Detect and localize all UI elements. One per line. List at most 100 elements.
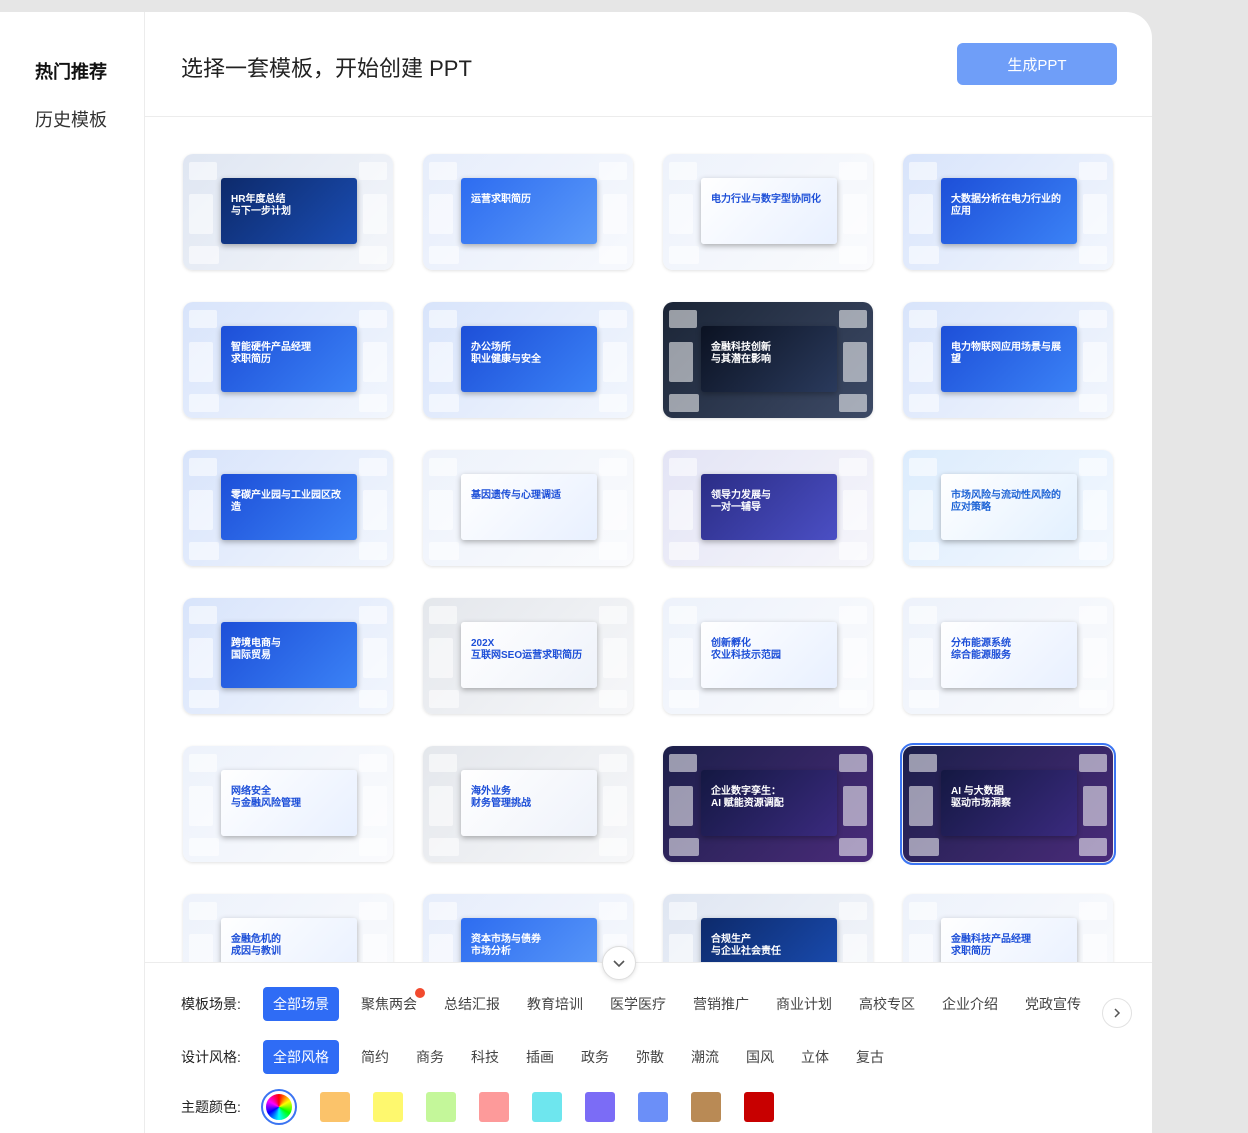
style-tag[interactable]: 立体: [801, 1047, 829, 1067]
template-title: 分布能源系统 综合能源服务: [951, 638, 1011, 661]
scene-tag[interactable]: 总结汇报: [444, 994, 500, 1014]
thumbnail-decoration: [429, 902, 457, 920]
template-card[interactable]: 网络安全 与金融风险管理: [183, 746, 393, 862]
scene-tag[interactable]: 教育培训: [527, 994, 583, 1014]
template-title: 资本市场与债券 市场分析: [471, 934, 541, 957]
thumbnail-decoration: [909, 342, 933, 382]
thumbnail-decoration: [843, 342, 867, 382]
scene-tag[interactable]: 医学医疗: [610, 994, 666, 1014]
template-card[interactable]: 办公场所 职业健康与安全: [423, 302, 633, 418]
template-card[interactable]: 电力行业与数字型协同化: [663, 154, 873, 270]
template-card[interactable]: 企业数字孪生： AI 赋能资源调配: [663, 746, 873, 862]
generate-ppt-button[interactable]: 生成PPT: [957, 43, 1117, 85]
template-title: 电力物联网应用场景与展望: [951, 342, 1061, 365]
template-card[interactable]: 零碳产业园与工业园区改造: [183, 450, 393, 566]
template-card[interactable]: 创新孵化 农业科技示范园: [663, 598, 873, 714]
main-panel: 热门推荐 历史模板 选择一套模板，开始创建 PPT 生成PPT HR年度总结 与…: [0, 12, 1152, 1133]
thumbnail-decoration: [1083, 490, 1107, 530]
scene-next-button[interactable]: [1102, 998, 1132, 1028]
scene-tag[interactable]: 企业介绍: [942, 994, 998, 1014]
template-card[interactable]: 电力物联网应用场景与展望: [903, 302, 1113, 418]
template-card[interactable]: 运营求职简历: [423, 154, 633, 270]
scene-tag[interactable]: 党政宣传: [1025, 994, 1081, 1014]
color-swatch[interactable]: [320, 1092, 350, 1122]
thumbnail-decoration: [669, 754, 697, 772]
template-card[interactable]: 市场风险与流动性风险的应对策略: [903, 450, 1113, 566]
template-card[interactable]: 大数据分析在电力行业的应用: [903, 154, 1113, 270]
thumbnail-decoration: [843, 194, 867, 234]
scene-tag[interactable]: 高校专区: [859, 994, 915, 1014]
template-card[interactable]: 海外业务 财务管理挑战: [423, 746, 633, 862]
thumbnail-decoration: [359, 310, 387, 328]
chevron-right-icon: [1114, 1008, 1121, 1018]
template-card[interactable]: 合规生产 与企业社会责任: [663, 894, 873, 962]
thumbnail-decoration: [909, 902, 937, 920]
style-tag[interactable]: 国风: [746, 1047, 774, 1067]
style-tag[interactable]: 弥散: [636, 1047, 664, 1067]
style-tag[interactable]: 插画: [526, 1047, 554, 1067]
template-card[interactable]: 分布能源系统 综合能源服务: [903, 598, 1113, 714]
template-title: 金融科技创新 与其潜在影响: [711, 342, 771, 365]
scene-tag[interactable]: 聚焦两会: [361, 988, 425, 1014]
template-cover-slide: AI 与大数据 驱动市场洞察: [941, 770, 1077, 836]
sidebar-item-history[interactable]: 历史模板: [35, 106, 107, 132]
rainbow-icon[interactable]: [261, 1089, 297, 1125]
color-swatch[interactable]: [532, 1092, 562, 1122]
sidebar-item-hot[interactable]: 热门推荐: [35, 58, 107, 84]
template-cover-slide: 办公场所 职业健康与安全: [461, 326, 597, 392]
color-swatch[interactable]: [479, 1092, 509, 1122]
thumbnail-decoration: [669, 542, 699, 560]
thumbnail-decoration: [1079, 542, 1107, 560]
thumbnail-decoration: [839, 542, 867, 560]
template-title: 网络安全 与金融风险管理: [231, 786, 301, 809]
scene-tag[interactable]: 商业计划: [776, 994, 832, 1014]
thumbnail-decoration: [669, 458, 697, 476]
template-card[interactable]: AI 与大数据 驱动市场洞察: [900, 743, 1116, 865]
collapse-button[interactable]: [602, 946, 636, 980]
thumbnail-decoration: [599, 754, 627, 772]
style-tag[interactable]: 复古: [856, 1047, 884, 1067]
template-card[interactable]: 领导力发展与 一对一辅导: [663, 450, 873, 566]
template-title: 大数据分析在电力行业的应用: [951, 194, 1061, 217]
thumbnail-decoration: [599, 246, 627, 264]
style-tag-all[interactable]: 全部风格: [263, 1040, 339, 1074]
template-card[interactable]: 智能硬件产品经理 求职简历: [183, 302, 393, 418]
color-swatch[interactable]: [691, 1092, 721, 1122]
scene-tag-all[interactable]: 全部场景: [263, 987, 339, 1021]
chevron-down-icon: [613, 960, 625, 968]
template-cover-slide: 分布能源系统 综合能源服务: [941, 622, 1077, 688]
thumbnail-decoration: [843, 934, 867, 962]
thumbnail-decoration: [909, 542, 939, 560]
template-card[interactable]: 基因遗传与心理调适: [423, 450, 633, 566]
style-tag[interactable]: 政务: [581, 1047, 609, 1067]
style-tag[interactable]: 商务: [416, 1047, 444, 1067]
thumbnail-decoration: [429, 310, 457, 328]
thumbnail-decoration: [1083, 638, 1107, 678]
thumbnail-decoration: [359, 394, 387, 412]
thumbnail-decoration: [843, 490, 867, 530]
thumbnail-decoration: [839, 902, 867, 920]
template-card[interactable]: 202X 互联网SEO运营求职简历: [423, 598, 633, 714]
scene-tag[interactable]: 营销推广: [693, 994, 749, 1014]
template-card[interactable]: HR年度总结 与下一步计划: [183, 154, 393, 270]
color-swatch[interactable]: [426, 1092, 456, 1122]
style-tag[interactable]: 简约: [361, 1047, 389, 1067]
template-card[interactable]: 资本市场与债券 市场分析: [423, 894, 633, 962]
template-card[interactable]: 金融危机的 成因与教训: [183, 894, 393, 962]
thumbnail-decoration: [189, 194, 213, 234]
template-title: 金融危机的 成因与教训: [231, 934, 281, 957]
color-swatch[interactable]: [638, 1092, 668, 1122]
template-title: 跨境电商与 国际贸易: [231, 638, 281, 661]
color-swatch[interactable]: [744, 1092, 774, 1122]
template-cover-slide: 电力行业与数字型协同化: [701, 178, 837, 244]
template-card[interactable]: 跨境电商与 国际贸易: [183, 598, 393, 714]
thumbnail-decoration: [429, 542, 459, 560]
style-tag[interactable]: 科技: [471, 1047, 499, 1067]
color-swatch[interactable]: [585, 1092, 615, 1122]
template-card[interactable]: 金融科技创新 与其潜在影响: [663, 302, 873, 418]
thumbnail-decoration: [669, 194, 693, 234]
template-card[interactable]: 金融科技产品经理 求职简历: [903, 894, 1113, 962]
style-tag[interactable]: 潮流: [691, 1047, 719, 1067]
color-swatch[interactable]: [373, 1092, 403, 1122]
thumbnail-decoration: [839, 246, 867, 264]
